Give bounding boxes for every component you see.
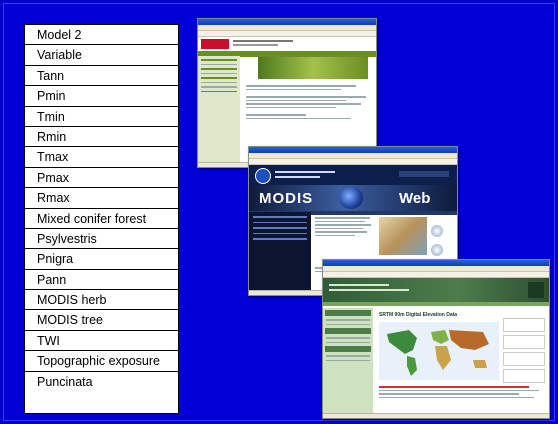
site-sidebar — [198, 56, 240, 163]
table-row: Rmax — [25, 188, 178, 209]
table-row: Pnigra — [25, 249, 178, 270]
table-row: Tmax — [25, 147, 178, 168]
modis-satellite-image — [379, 217, 427, 255]
table-row: Puncinata — [37, 374, 93, 389]
table-row: Pmax — [25, 168, 178, 189]
site-body-text — [246, 83, 371, 121]
nasa-header — [249, 165, 457, 185]
srtm-header — [323, 278, 549, 302]
table-row: Psylvestris — [25, 229, 178, 250]
browser-screenshot-srtm: SRTM 90m Digital Elevation Data — [322, 259, 550, 419]
link-thumbnail — [431, 244, 443, 256]
cgiar-logo — [528, 282, 544, 298]
table-row: MODIS tree — [25, 310, 178, 331]
srtm-sidebar — [323, 308, 373, 414]
ministry-logo — [201, 39, 229, 49]
modis-news-text — [315, 215, 375, 261]
variable-table: Model 2 Variable Tann Pmin Tmin Rmin Tma… — [24, 24, 179, 414]
srtm-page-heading: SRTM 90m Digital Elevation Data — [379, 312, 458, 318]
site-header — [198, 37, 376, 51]
table-row: MODIS herb — [25, 290, 178, 311]
modis-banner: MODIS Web — [249, 185, 457, 211]
world-elevation-map — [379, 322, 499, 380]
poster-thumbnail — [431, 225, 443, 237]
table-row: Tann — [25, 66, 178, 87]
earth-globe-icon — [339, 187, 363, 209]
modis-banner-title: MODIS — [259, 190, 314, 207]
site-banner-image — [258, 57, 368, 79]
srtm-body-text — [379, 384, 544, 400]
srtm-nav-bar — [323, 302, 549, 306]
modis-banner-web: Web — [399, 190, 431, 207]
table-row: Rmin — [25, 127, 178, 148]
table-row: Pann — [25, 270, 178, 291]
nasa-logo — [255, 168, 271, 184]
modis-sidebar — [249, 212, 311, 291]
partner-logos — [503, 318, 545, 383]
status-bar — [323, 413, 549, 418]
table-row: Topographic exposure — [25, 351, 178, 372]
table-row: Pmin — [25, 86, 178, 107]
table-row: Model 2 — [25, 25, 178, 46]
table-row: Variable — [25, 45, 178, 66]
table-row: TWI — [25, 331, 178, 352]
table-row: Tmin — [25, 107, 178, 127]
slide-frame: Model 2 Variable Tann Pmin Tmin Rmin Tma… — [3, 3, 555, 421]
table-row: Mixed conifer forest — [25, 209, 178, 229]
